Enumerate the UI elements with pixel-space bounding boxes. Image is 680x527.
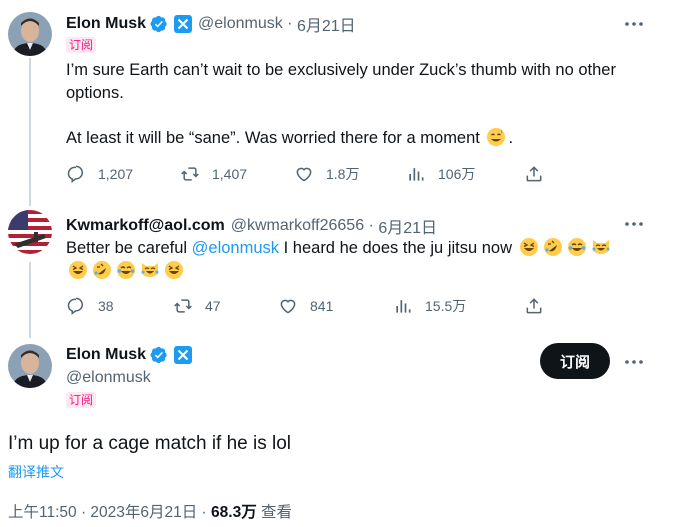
tweet-text: Better be careful @elonmusk I heard he d… <box>66 237 646 283</box>
subscribe-badge[interactable]: 订阅 <box>66 392 97 408</box>
grinning-squinting-emoji-icon <box>519 237 539 257</box>
tweet-paragraph: At least it will be “sane”. Was worried … <box>66 127 626 150</box>
share-button[interactable] <box>524 296 556 316</box>
heart-icon <box>296 167 312 182</box>
main-tweet-header: Elon Musk <box>66 346 193 364</box>
view-count: 106万 <box>438 166 476 182</box>
share-button[interactable] <box>524 164 556 184</box>
analytics-icon <box>396 300 411 313</box>
tweet-text: I’m sure Earth can’t wait to be exclusiv… <box>66 59 626 150</box>
author-name[interactable]: Elon Musk <box>66 15 146 33</box>
translate-tweet-link[interactable]: 翻译推文 <box>8 462 64 482</box>
like-count: 841 <box>310 298 334 314</box>
tweet-text-part: Better be careful <box>66 239 192 257</box>
tweet-header: Elon Musk @elonmusk · 6月21日 <box>66 12 356 36</box>
author-handle[interactable]: @elonmusk <box>198 15 283 33</box>
author-handle[interactable]: @elonmusk <box>66 369 151 387</box>
view-count: 68.3万 <box>211 504 257 521</box>
x-affiliate-icon[interactable] <box>174 15 193 33</box>
sweat-smile-emoji-icon <box>486 127 506 147</box>
like-button[interactable]: 841 <box>278 296 333 316</box>
tweet-actions: 38 47 841 15.5万 <box>66 296 626 316</box>
tweet-meta: 上午11:50 · 2023年6月21日 · 68.3万 查看 <box>8 500 292 522</box>
heart-icon <box>280 299 296 314</box>
views-label: 查看 <box>256 504 293 521</box>
separator-dot: · <box>282 15 297 32</box>
retweet-icon <box>174 299 192 313</box>
x-affiliate-icon[interactable] <box>174 346 193 364</box>
more-options-icon[interactable] <box>624 214 644 234</box>
like-button[interactable]: 1.8万 <box>294 164 359 184</box>
tweet-date[interactable]: 6月21日 <box>378 214 437 238</box>
reply-count: 38 <box>98 298 114 314</box>
cat-tears-of-joy-emoji-icon <box>140 260 160 280</box>
author-name[interactable]: Elon Musk <box>66 346 146 364</box>
subscribe-button[interactable]: 订阅 <box>540 343 610 379</box>
tweet-timestamp[interactable]: 上午11:50 · 2023年6月21日 · <box>8 504 211 521</box>
tweet-text-end: . <box>508 129 514 147</box>
retweet-button[interactable]: 1,407 <box>180 164 247 184</box>
share-icon <box>526 166 542 182</box>
author-name[interactable]: Kwmarkoff@aol.com <box>66 217 225 235</box>
avatar[interactable] <box>8 210 52 254</box>
verified-badge-icon <box>150 15 168 33</box>
tweet-date[interactable]: 6月21日 <box>297 12 356 36</box>
subscribe-badge[interactable]: 订阅 <box>66 37 97 53</box>
like-count: 1.8万 <box>326 166 360 182</box>
analytics-icon <box>409 168 424 181</box>
grinning-squinting-emoji-icon <box>164 260 184 280</box>
reply-icon <box>67 165 83 184</box>
retweet-count: 1,407 <box>212 166 248 182</box>
tweet-paragraph: I’m sure Earth can’t wait to be exclusiv… <box>66 61 616 102</box>
tears-of-joy-emoji-icon <box>116 260 136 280</box>
tweet-actions: 1,207 1,407 1.8万 106万 <box>66 164 626 184</box>
reply-button[interactable]: 1,207 <box>66 164 133 184</box>
reply-icon <box>67 297 83 316</box>
rolling-on-floor-laughing-emoji-icon <box>92 260 112 280</box>
grinning-squinting-emoji-icon <box>68 260 88 280</box>
tweet-text-part: I heard he does the ju jitsu now <box>279 239 513 257</box>
view-count: 15.5万 <box>425 298 467 314</box>
share-icon <box>526 298 542 314</box>
retweet-count: 47 <box>205 298 221 314</box>
tweet-header: Kwmarkoff@aol.com @kwmarkoff26656 · 6月21… <box>66 214 437 238</box>
author-handle[interactable]: @kwmarkoff26656 <box>231 217 364 235</box>
rolling-on-floor-laughing-emoji-icon <box>543 237 563 257</box>
reply-count: 1,207 <box>98 166 134 182</box>
retweet-button[interactable]: 47 <box>173 296 221 316</box>
tweet-text-line: At least it will be “sane”. Was worried … <box>66 129 480 147</box>
tears-of-joy-emoji-icon <box>567 237 587 257</box>
verified-badge-icon <box>150 346 168 364</box>
avatar[interactable] <box>8 12 52 56</box>
thread-line <box>29 262 31 338</box>
main-tweet-text: I’m up for a cage match if he is lol <box>8 433 292 454</box>
views-button[interactable]: 106万 <box>406 164 475 184</box>
more-options-icon[interactable] <box>624 352 644 372</box>
separator-dot: · <box>364 217 379 234</box>
mention-link[interactable]: @elonmusk <box>192 239 279 257</box>
thread-line <box>29 58 31 206</box>
avatar[interactable] <box>8 344 52 388</box>
more-options-icon[interactable] <box>624 14 644 34</box>
views-button[interactable]: 15.5万 <box>393 296 466 316</box>
cat-tears-of-joy-emoji-icon <box>591 237 611 257</box>
reply-button[interactable]: 38 <box>66 296 114 316</box>
retweet-icon <box>181 167 199 181</box>
